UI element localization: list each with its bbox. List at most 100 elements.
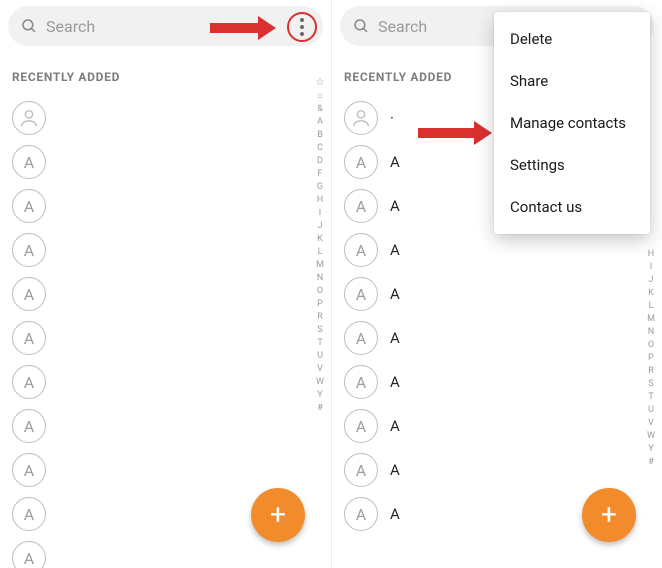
index-char[interactable]: # — [317, 404, 323, 413]
avatar-letter: A — [12, 321, 46, 355]
contact-name: A — [390, 329, 400, 347]
list-item[interactable]: AA — [332, 448, 642, 492]
menu-item-share[interactable]: Share — [494, 60, 650, 102]
contact-name: A — [390, 373, 400, 391]
index-char[interactable]: I — [650, 263, 652, 272]
index-char[interactable]: H — [317, 196, 323, 205]
index-char[interactable]: U — [317, 352, 323, 361]
index-char[interactable]: J — [649, 276, 654, 285]
avatar-letter: A — [12, 365, 46, 399]
list-item[interactable]: A — [0, 404, 311, 448]
index-char[interactable]: L — [318, 248, 323, 257]
menu-item-contact-us[interactable]: Contact us — [494, 186, 650, 228]
index-char[interactable]: F — [318, 170, 323, 179]
index-char[interactable]: ⌂ — [317, 92, 322, 101]
index-char[interactable]: O — [317, 287, 323, 296]
index-char[interactable]: ☆ — [316, 78, 325, 88]
index-char[interactable]: A — [317, 118, 323, 127]
index-char[interactable]: G — [317, 183, 323, 192]
pane-left: Search RECENTLY ADDED A A A A A A A A A … — [0, 0, 331, 568]
list-item[interactable]: A — [0, 272, 311, 316]
index-char[interactable]: & — [317, 105, 323, 114]
pane-right: Search RECENTLY ADDED · AA AA AA AA AA A… — [331, 0, 662, 568]
add-contact-fab[interactable]: + — [251, 488, 305, 542]
avatar-letter: A — [344, 365, 378, 399]
avatar-placeholder-icon — [12, 101, 46, 135]
menu-item-manage-contacts[interactable]: Manage contacts — [494, 102, 650, 144]
more-vert-icon — [300, 18, 304, 36]
contact-name: A — [390, 417, 400, 435]
contact-name: A — [390, 241, 400, 259]
index-char[interactable]: Y — [317, 391, 322, 400]
list-item[interactable]: AA — [332, 404, 642, 448]
index-char[interactable]: Y — [648, 445, 653, 454]
index-char[interactable]: J — [318, 222, 323, 231]
list-item[interactable]: A — [0, 140, 311, 184]
list-item[interactable]: A — [0, 228, 311, 272]
list-item[interactable]: A — [0, 536, 311, 568]
index-char[interactable]: H — [648, 250, 654, 259]
index-char[interactable]: M — [647, 315, 655, 324]
contact-name: A — [390, 153, 400, 171]
index-char[interactable]: # — [648, 458, 654, 467]
contact-name: A — [390, 197, 400, 215]
index-char[interactable]: R — [648, 367, 654, 376]
index-char[interactable]: O — [648, 341, 654, 350]
list-item[interactable]: A — [0, 360, 311, 404]
index-scroll-right[interactable]: H I J K L M N O P R S T U V W Y # — [644, 250, 658, 558]
avatar-placeholder-icon — [344, 101, 378, 135]
index-char[interactable]: V — [317, 365, 323, 374]
index-char[interactable]: T — [317, 339, 322, 348]
search-icon — [352, 17, 370, 35]
list-item[interactable]: A — [0, 184, 311, 228]
index-char[interactable]: N — [648, 328, 654, 337]
index-char[interactable]: T — [648, 393, 653, 402]
avatar-letter: A — [344, 453, 378, 487]
list-item[interactable]: AA — [332, 228, 642, 272]
list-item[interactable] — [0, 96, 311, 140]
index-char[interactable]: K — [648, 289, 654, 298]
avatar-letter: A — [12, 233, 46, 267]
list-item[interactable]: AA — [332, 272, 642, 316]
search-placeholder: Search — [378, 17, 427, 36]
add-contact-fab[interactable]: + — [582, 488, 636, 542]
plus-icon: + — [270, 501, 286, 529]
index-char[interactable]: D — [317, 157, 323, 166]
overflow-menu: Delete Share Manage contacts Settings Co… — [494, 12, 650, 234]
index-char[interactable]: N — [317, 274, 323, 283]
avatar-letter: A — [344, 189, 378, 223]
overflow-menu-button[interactable] — [287, 12, 317, 42]
index-char[interactable]: L — [649, 302, 654, 311]
index-char[interactable]: B — [317, 131, 323, 140]
index-char[interactable]: I — [319, 209, 321, 218]
list-item[interactable]: AA — [332, 316, 642, 360]
list-item[interactable]: A — [0, 316, 311, 360]
index-char[interactable]: W — [316, 378, 324, 387]
contact-name: A — [390, 285, 400, 303]
index-char[interactable]: P — [317, 300, 323, 309]
index-char[interactable]: U — [648, 406, 654, 415]
index-char[interactable]: S — [317, 326, 322, 335]
section-header: RECENTLY ADDED — [0, 52, 331, 94]
index-char[interactable]: S — [648, 380, 653, 389]
avatar-letter: A — [12, 453, 46, 487]
avatar-letter: A — [344, 233, 378, 267]
index-scroll-left[interactable]: ☆ ⌂ & A B C D F G H I J K L M N O P R S … — [313, 78, 327, 558]
search-icon — [20, 17, 38, 35]
index-char[interactable]: K — [317, 235, 323, 244]
search-bar-left[interactable]: Search — [8, 6, 323, 46]
avatar-letter: A — [12, 145, 46, 179]
index-char[interactable]: W — [647, 432, 655, 441]
list-item[interactable]: A — [0, 448, 311, 492]
index-char[interactable]: C — [317, 144, 323, 153]
menu-item-delete[interactable]: Delete — [494, 18, 650, 60]
menu-item-settings[interactable]: Settings — [494, 144, 650, 186]
index-char[interactable]: P — [648, 354, 654, 363]
list-item[interactable]: AA — [332, 360, 642, 404]
index-char[interactable]: M — [316, 261, 324, 270]
index-char[interactable]: V — [648, 419, 654, 428]
plus-icon: + — [601, 501, 617, 529]
avatar-letter: A — [12, 277, 46, 311]
index-char[interactable]: R — [317, 313, 323, 322]
contact-name: A — [390, 505, 400, 523]
